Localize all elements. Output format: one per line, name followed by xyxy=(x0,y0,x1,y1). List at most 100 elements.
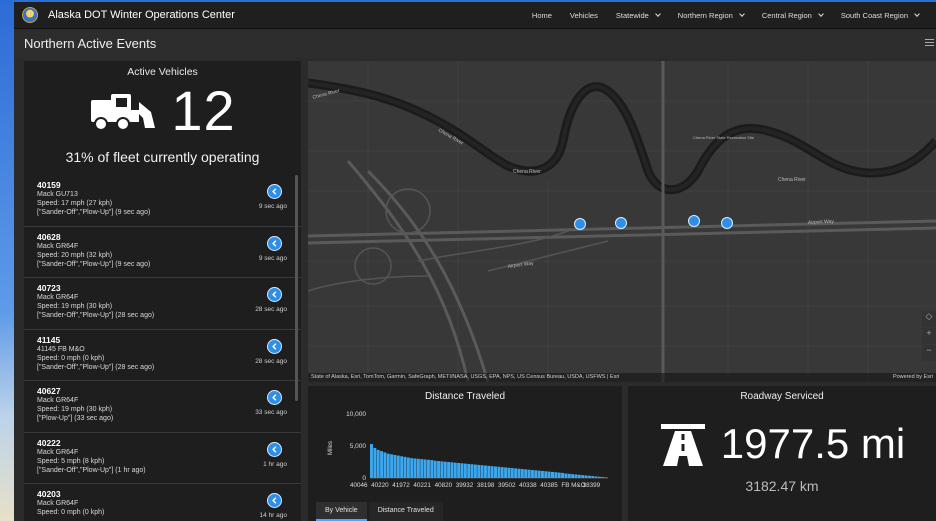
chart-bar xyxy=(423,459,427,478)
nav-item-label: Northern Region xyxy=(677,10,733,20)
chart-bar xyxy=(504,467,508,478)
vehicle-list-item[interactable]: 40723 Mack GR64F Speed: 19 mph (30 kph) ["S… xyxy=(24,278,301,330)
map-label: Chena River xyxy=(513,169,541,175)
zoom-out-button[interactable]: − xyxy=(922,345,936,361)
distance-tabs: By Vehicle Distance Traveled xyxy=(316,502,445,521)
top-nav: Home Vehicles Statewide Northern Region Cent… xyxy=(523,11,928,20)
chart-bar xyxy=(393,454,397,478)
nav-item-northern-region[interactable]: Northern Region xyxy=(669,11,753,20)
chart-bar xyxy=(571,474,575,478)
nav-item-home[interactable]: Home xyxy=(523,11,561,20)
chart-bar xyxy=(524,469,528,478)
chart-bar xyxy=(561,472,565,478)
chart-bar xyxy=(413,458,417,478)
vehicle-model: Mack GR64F xyxy=(37,448,79,456)
chart-bar xyxy=(537,470,541,478)
chart-bar xyxy=(510,468,514,478)
heading-arrow-icon[interactable] xyxy=(267,235,282,251)
vehicle-list-item[interactable]: 40203 Mack GR64F Speed: 0 mph (0 kph) 14 hr… xyxy=(24,484,301,521)
chart-bar xyxy=(403,456,407,478)
vehicle-list-item[interactable]: 41145 41145 FB M&O Speed: 0 mph (0 kph) ["S… xyxy=(24,329,301,381)
vehicle-status: ["Sander-Off","Plow-Up"] (1 hr ago) xyxy=(37,466,146,474)
distance-chart[interactable]: Miles 10,000 5,000 040046 40220 41972 40221 408… xyxy=(308,404,622,498)
map-label: Chena River State Recreation Site xyxy=(693,135,755,140)
attribution-text: State of Alaska, Esri, TomTom, Garmin, S… xyxy=(311,374,620,380)
y-tick-label: 10,000 xyxy=(346,411,366,418)
vehicle-list-item[interactable]: 40222 Mack GR64F Speed: 5 mph (8 kph) ["San… xyxy=(24,432,301,484)
chart-bar xyxy=(574,474,578,478)
x-tick-label: 40338 xyxy=(519,482,537,489)
chart-bar xyxy=(500,467,504,478)
chevron-down-icon xyxy=(914,11,920,17)
heading-arrow-icon[interactable] xyxy=(267,338,282,354)
highway-icon xyxy=(660,424,705,466)
nav-item-vehicles[interactable]: Vehicles xyxy=(561,11,607,20)
chart-bar xyxy=(467,463,471,478)
chart-bar xyxy=(477,464,481,478)
chart-bar xyxy=(584,475,588,478)
vehicle-list[interactable]: 40159 Mack GU713 Speed: 17 mph (27 kph) ["S… xyxy=(24,175,301,521)
heading-arrow-icon[interactable] xyxy=(267,493,282,508)
zoom-in-button[interactable]: + xyxy=(922,328,936,344)
roadway-miles-stat: 1977.5 mi xyxy=(628,422,936,466)
chart-bar xyxy=(507,467,511,478)
app-title: Alaska DOT Winter Operations Center xyxy=(48,9,235,21)
chart-bar xyxy=(544,471,548,478)
chevron-down-icon xyxy=(654,11,661,17)
active-vehicle-count: 12 xyxy=(171,79,236,142)
vehicle-last-update: 1 hr ago xyxy=(263,460,287,468)
chart-bar xyxy=(376,449,380,478)
vehicle-marker xyxy=(615,217,627,229)
tab-by-vehicle[interactable]: By Vehicle xyxy=(316,502,367,521)
tab-distance-traveled[interactable]: Distance Traveled xyxy=(368,502,443,521)
nav-item-label: Statewide xyxy=(615,10,649,20)
chart-bar xyxy=(534,470,538,478)
chart-bar xyxy=(437,461,440,478)
map-view[interactable]: Chena River Chena River Chena River Chen… xyxy=(308,61,936,382)
chevron-down-icon xyxy=(738,11,745,17)
heading-arrow-icon[interactable] xyxy=(267,390,282,405)
vehicle-model: Mack GR64F xyxy=(37,242,79,250)
chart-bar xyxy=(443,461,447,478)
roadway-serviced-panel: Roadway Serviced 1977.5 mi 3182.47 km xyxy=(628,386,936,521)
chart-bar xyxy=(426,459,430,478)
nav-item-label: South Coast Region xyxy=(840,10,908,20)
roadway-panel-title: Roadway Serviced xyxy=(740,391,824,402)
snowplow-icon xyxy=(91,94,156,131)
top-bar: Alaska DOT Winter Operations Center Home… xyxy=(14,2,936,29)
chart-bar xyxy=(557,472,561,478)
chart-bar xyxy=(420,459,424,478)
nav-item-label: Home xyxy=(531,10,552,20)
vehicle-list-item[interactable]: 40628 Mack GR64F Speed: 20 mph (32 kph) ["S… xyxy=(24,226,301,278)
chart-bar xyxy=(460,463,464,478)
x-tick-label: 40385 xyxy=(540,482,558,489)
nav-item-statewide[interactable]: Statewide xyxy=(607,11,669,20)
vehicle-list-item[interactable]: 40159 Mack GU713 Speed: 17 mph (27 kph) ["S… xyxy=(24,175,301,227)
x-tick-label: 40046 xyxy=(350,482,368,489)
nav-item-south-coast-region[interactable]: South Coast Region xyxy=(832,11,928,20)
nav-item-central-region[interactable]: Central Region xyxy=(753,11,832,20)
powered-by-text[interactable]: Powered by Esri xyxy=(893,374,933,381)
vehicle-list-scrollbar[interactable] xyxy=(295,175,298,401)
vehicle-list-item[interactable]: 40627 Mack GR64F Speed: 19 mph (30 kph) ["P… xyxy=(24,381,301,433)
chart-bar xyxy=(450,462,454,478)
map-home-button[interactable]: ◇ xyxy=(922,311,936,327)
heading-arrow-icon[interactable] xyxy=(267,441,282,457)
chart-bar xyxy=(457,462,461,478)
chart-bar xyxy=(440,461,444,478)
dashboard-window: Alaska DOT Winter Operations Center Home… xyxy=(14,2,936,521)
y-tick-label: 0 xyxy=(362,475,366,482)
chart-bar xyxy=(567,473,571,478)
chart-bar xyxy=(494,466,497,478)
chart-bar xyxy=(370,444,373,478)
distance-traveled-panel: Distance Traveled Miles 10,000 5,000 0 40046… xyxy=(308,386,622,521)
hamburger-menu-icon[interactable] xyxy=(925,39,934,48)
vehicle-last-update: 9 sec ago xyxy=(258,203,287,210)
chart-bar xyxy=(406,457,410,478)
heading-arrow-icon[interactable] xyxy=(267,184,282,199)
chart-bar xyxy=(373,447,377,478)
chart-bar xyxy=(577,474,581,478)
alaska-dot-logo xyxy=(22,7,38,23)
heading-arrow-icon[interactable] xyxy=(267,287,282,302)
chart-bar xyxy=(470,464,474,478)
